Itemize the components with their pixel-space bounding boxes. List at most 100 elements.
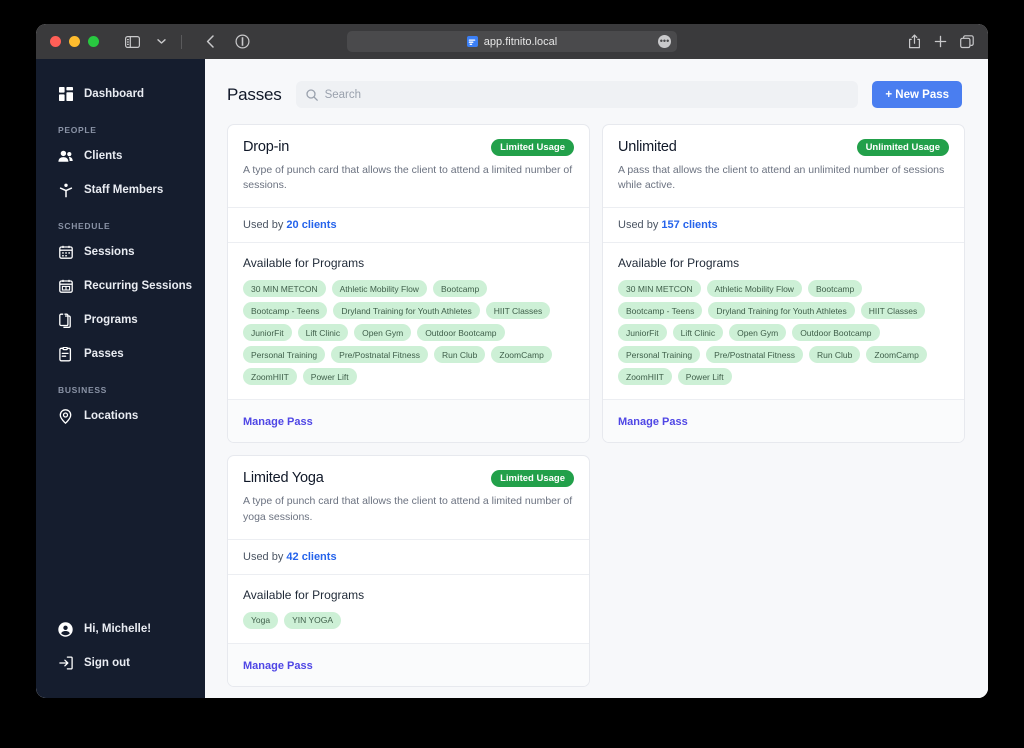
sidebar-toggle-button[interactable] <box>119 31 145 53</box>
program-tag[interactable]: ZoomCamp <box>866 346 927 364</box>
minimize-window-button[interactable] <box>69 36 80 47</box>
sidebar-item-dashboard[interactable]: Dashboard <box>36 77 205 111</box>
program-tag[interactable]: Bootcamp - Teens <box>618 302 703 320</box>
pass-used-by: Used by 42 clients <box>228 538 589 574</box>
sidebar-item-programs[interactable]: Programs <box>36 303 205 337</box>
programs-title: Available for Programs <box>243 587 365 602</box>
program-tag[interactable]: ZoomCamp <box>491 346 552 364</box>
sidebar-user-label: Hi, Michelle! <box>84 623 152 635</box>
programs-title: Available for Programs <box>618 256 740 271</box>
program-tag[interactable]: Dryland Training for Youth Athletes <box>708 302 855 320</box>
share-icon[interactable] <box>908 34 921 49</box>
toolbar-nav-group <box>197 31 255 53</box>
calendar-repeat-icon <box>58 279 73 294</box>
pass-card: Drop-in Limited Usage A type of punch card… <box>227 124 590 444</box>
program-tag[interactable]: Run Club <box>433 346 486 364</box>
program-tag[interactable]: 30 MIN METCON <box>243 280 326 298</box>
program-tag[interactable]: Pre/Postnatal Fitness <box>331 346 428 364</box>
pass-description: A pass that allows the client to attend … <box>618 164 945 192</box>
toolbar-right-group <box>908 34 974 49</box>
sidebar-item-sessions[interactable]: Sessions <box>36 235 205 269</box>
manage-pass-link[interactable]: Manage Pass <box>243 660 313 672</box>
program-tag[interactable]: Run Club <box>808 346 861 364</box>
sidebar-item-locations[interactable]: Locations <box>36 399 205 433</box>
new-tab-plus-icon[interactable] <box>934 35 947 48</box>
pass-programs: Available for Programs 30 MIN METCON Athle… <box>603 242 964 399</box>
close-window-button[interactable] <box>50 36 61 47</box>
program-tag[interactable]: HIIT Classes <box>485 302 551 320</box>
url-text: app.fitnito.local <box>483 35 558 48</box>
program-tag[interactable]: JuniorFit <box>243 324 292 342</box>
page-title: Passes <box>227 84 282 104</box>
used-by-clients-link[interactable]: 20 clients <box>286 219 336 231</box>
used-by-clients-link[interactable]: 42 clients <box>286 551 336 563</box>
program-tag[interactable]: Personal Training <box>243 346 326 364</box>
program-tag[interactable]: YIN YOGA <box>284 611 342 629</box>
pass-title: Unlimited <box>618 139 677 155</box>
sidebar-user-greeting[interactable]: Hi, Michelle! <box>36 612 205 646</box>
program-tag[interactable]: HIIT Classes <box>860 302 926 320</box>
sidebar-item-passes[interactable]: Passes <box>36 337 205 371</box>
pass-card-footer: Manage Pass <box>228 399 589 443</box>
sidebar-item-clients[interactable]: Clients <box>36 139 205 173</box>
url-menu-icon[interactable]: ••• <box>658 35 671 48</box>
pass-title-row: Drop-in Limited Usage <box>243 139 574 156</box>
sidebar-sign-out[interactable]: Sign out <box>36 646 205 680</box>
program-tag[interactable]: ZoomHIIT <box>243 368 297 386</box>
pass-card-footer: Manage Pass <box>603 399 964 443</box>
program-tag[interactable]: Outdoor Bootcamp <box>792 324 880 342</box>
sidebar-item-staff-members[interactable]: Staff Members <box>36 173 205 207</box>
pass-used-by: Used by 157 clients <box>603 207 964 242</box>
program-tag[interactable]: Bootcamp <box>807 280 863 298</box>
program-tag[interactable]: Personal Training <box>618 346 701 364</box>
program-tag[interactable]: Dryland Training for Youth Athletes <box>333 302 480 320</box>
calendar-icon <box>58 245 73 260</box>
search-field[interactable] <box>295 81 859 108</box>
program-tag[interactable]: Open Gym <box>729 324 787 342</box>
program-tag[interactable]: Athletic Mobility Flow <box>706 280 802 298</box>
page-header: Passes + New Pass <box>205 59 988 124</box>
program-tag[interactable]: 30 MIN METCON <box>618 280 701 298</box>
pass-card: Unlimited Unlimited Usage A pass that allo… <box>602 124 965 444</box>
program-tag[interactable]: ZoomHIIT <box>618 368 672 386</box>
usage-badge: Limited Usage <box>491 139 574 156</box>
sidebar: Dashboard PEOPLE Clients Staff Members S… <box>36 59 205 698</box>
back-arrow-icon[interactable] <box>197 31 223 53</box>
chevron-down-icon[interactable] <box>148 31 174 53</box>
program-tag[interactable]: Power Lift <box>677 368 732 386</box>
sidebar-section-people: PEOPLE <box>58 125 97 135</box>
program-tag-list: 30 MIN METCON Athletic Mobility Flow Bootc… <box>243 280 574 386</box>
window-controls <box>50 36 99 47</box>
used-by-label: Used by <box>618 219 662 232</box>
pass-title-row: Unlimited Unlimited Usage <box>618 139 949 156</box>
pass-programs: Available for Programs Yoga YIN YOGA <box>228 573 589 643</box>
program-tag[interactable]: Bootcamp <box>432 280 488 298</box>
url-bar[interactable]: app.fitnito.local ••• <box>347 31 677 52</box>
program-tag[interactable]: Open Gym <box>354 324 412 342</box>
privacy-report-icon[interactable] <box>229 31 255 53</box>
sidebar-item-recurring-sessions[interactable]: Recurring Sessions <box>36 269 205 303</box>
sidebar-item-label: Sessions <box>84 246 135 258</box>
clipboard-icon <box>58 313 73 328</box>
program-tag[interactable]: Lift Clinic <box>297 324 349 342</box>
program-tag[interactable]: Bootcamp - Teens <box>243 302 328 320</box>
sidebar-section-schedule: SCHEDULE <box>58 221 111 231</box>
pass-description: A type of punch card that allows the cli… <box>243 164 573 192</box>
program-tag[interactable]: Athletic Mobility Flow <box>331 280 427 298</box>
search-input[interactable] <box>324 88 849 101</box>
pass-card-header: Limited Yoga Limited Usage A type of punch… <box>228 456 589 538</box>
maximize-window-button[interactable] <box>88 36 99 47</box>
program-tag[interactable]: Outdoor Bootcamp <box>417 324 505 342</box>
sidebar-item-label: Dashboard <box>84 88 145 100</box>
program-tag[interactable]: Pre/Postnatal Fitness <box>706 346 803 364</box>
program-tag[interactable]: JuniorFit <box>618 324 667 342</box>
new-pass-button[interactable]: + New Pass <box>872 81 962 108</box>
program-tag[interactable]: Lift Clinic <box>672 324 724 342</box>
used-by-clients-link[interactable]: 157 clients <box>661 219 717 231</box>
manage-pass-link[interactable]: Manage Pass <box>618 416 688 428</box>
manage-pass-link[interactable]: Manage Pass <box>243 416 313 428</box>
program-tag[interactable]: Yoga <box>243 611 279 629</box>
tabs-overview-icon[interactable] <box>960 34 974 49</box>
sidebar-sign-out-label: Sign out <box>84 657 130 669</box>
program-tag[interactable]: Power Lift <box>302 368 357 386</box>
